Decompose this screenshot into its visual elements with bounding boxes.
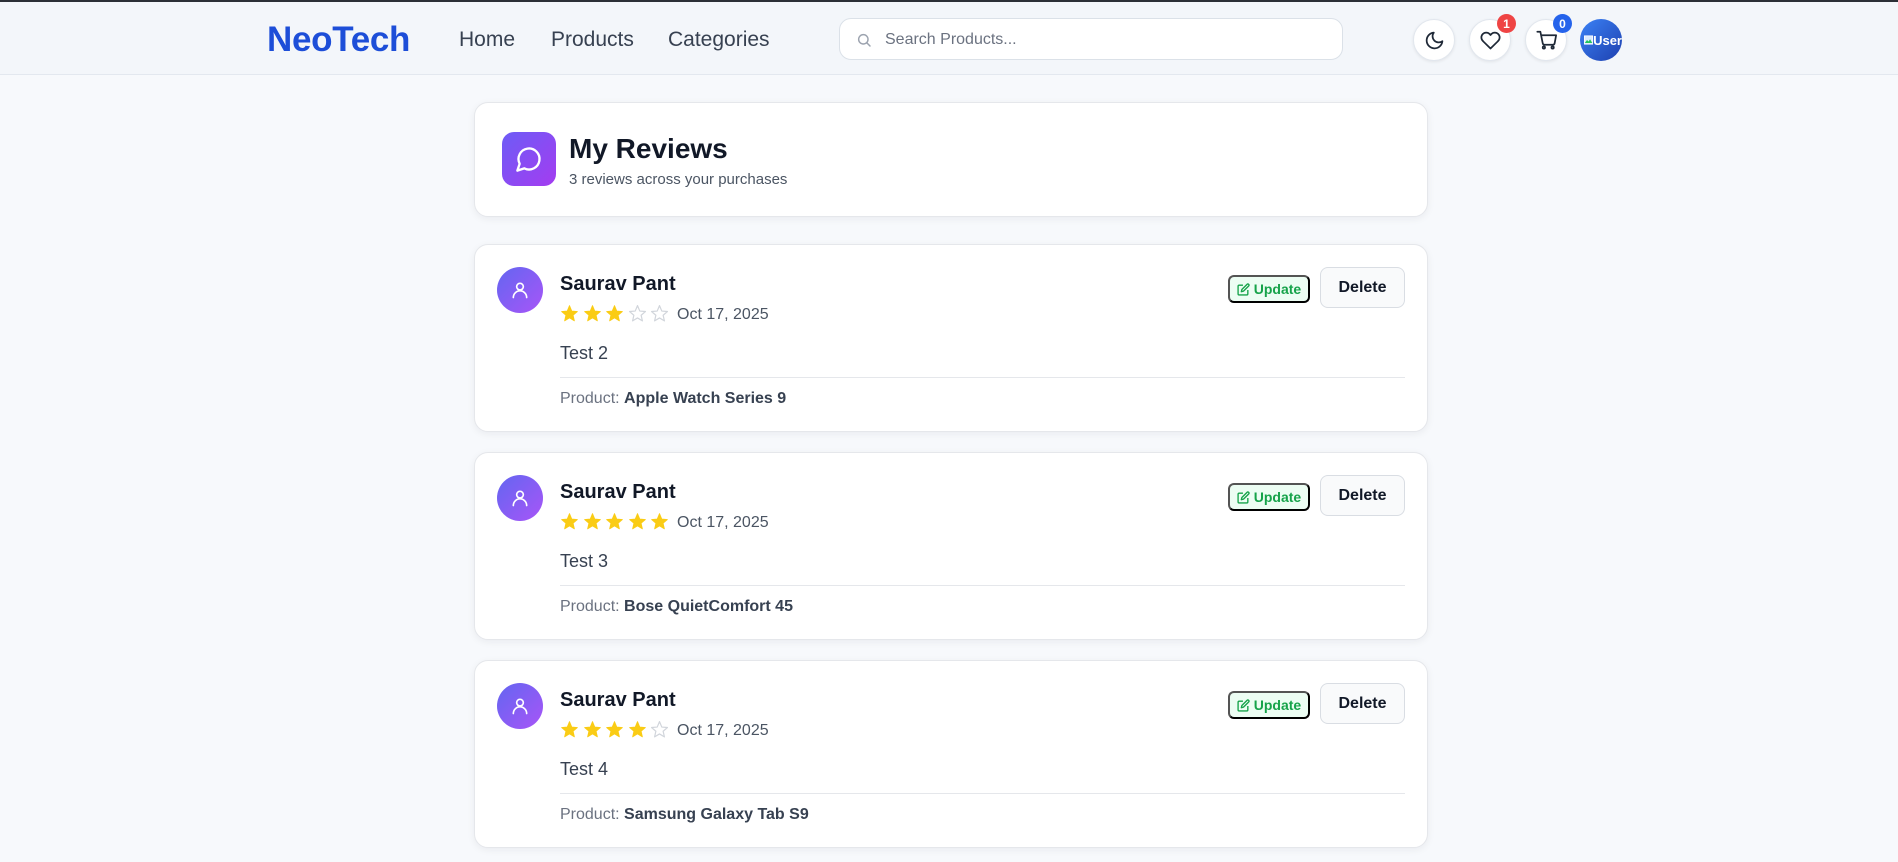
nav-link-categories[interactable]: Categories	[668, 28, 770, 52]
page-title: My Reviews	[569, 133, 728, 164]
review-product: Product: Apple Watch Series 9	[560, 390, 786, 408]
review-card: Saurav Pant Oct 17, 2025 Update Delete T…	[474, 660, 1428, 848]
delete-review-button[interactable]: Delete	[1320, 475, 1405, 516]
search-icon	[857, 33, 871, 47]
user-icon	[512, 698, 528, 715]
star-rating	[560, 720, 673, 739]
message-circle-icon	[502, 132, 556, 186]
review-date: Oct 17, 2025	[677, 514, 769, 531]
update-review-button[interactable]: Update	[1228, 691, 1310, 719]
search-bar	[839, 18, 1343, 60]
cart-count-badge: 0	[1553, 14, 1572, 33]
reviewer-avatar	[497, 683, 543, 729]
star-empty-icon	[650, 720, 669, 738]
update-label: Update	[1253, 489, 1302, 505]
star-filled-icon	[561, 305, 578, 322]
star-empty-icon	[650, 304, 669, 322]
product-name[interactable]: Samsung Galaxy Tab S9	[624, 806, 809, 823]
star-filled-icon	[606, 721, 623, 738]
user-avatar-alt-text: User	[1593, 32, 1622, 48]
cart-icon	[1535, 30, 1557, 50]
review-date: Oct 17, 2025	[677, 722, 769, 739]
theme-toggle-button[interactable]	[1413, 19, 1455, 61]
star-empty-icon	[628, 304, 646, 322]
search-input[interactable]	[885, 27, 1325, 53]
star-filled-icon	[651, 513, 668, 530]
product-label: Product:	[560, 598, 620, 615]
delete-review-button[interactable]: Delete	[1320, 683, 1405, 724]
cart-button[interactable]: 0	[1525, 14, 1572, 61]
divider	[560, 793, 1405, 794]
review-text: Test 4	[560, 759, 609, 779]
star-filled-icon	[583, 513, 601, 530]
star-rating	[560, 512, 673, 531]
broken-image-icon	[1584, 35, 1594, 45]
product-name[interactable]: Apple Watch Series 9	[624, 390, 786, 407]
update-review-button[interactable]: Update	[1228, 483, 1310, 511]
review-text: Test 3	[560, 551, 609, 571]
review-product: Product: Samsung Galaxy Tab S9	[560, 806, 809, 824]
review-card: Saurav Pant Oct 17, 2025 Update Delete T…	[474, 244, 1428, 432]
star-filled-icon	[561, 721, 578, 738]
reviews-header-card: My Reviews 3 reviews across your purchas…	[474, 102, 1428, 217]
star-filled-icon	[561, 513, 578, 530]
heart-icon	[1480, 31, 1500, 49]
product-label: Product:	[560, 806, 620, 823]
review-date: Oct 17, 2025	[677, 306, 769, 323]
reviewer-name: Saurav Pant	[560, 481, 676, 503]
star-filled-icon	[606, 305, 623, 322]
review-card: Saurav Pant Oct 17, 2025 Update Delete T…	[474, 452, 1428, 640]
star-filled-icon	[628, 721, 646, 738]
star-filled-icon	[583, 721, 601, 738]
navbar: NeoTech Home Products Categories 1 0 Use…	[0, 2, 1898, 75]
review-text: Test 2	[560, 343, 609, 363]
update-label: Update	[1253, 281, 1302, 297]
product-name[interactable]: Bose QuietComfort 45	[624, 598, 793, 615]
user-icon	[512, 282, 528, 299]
moon-icon	[1425, 31, 1443, 49]
review-product: Product: Bose QuietComfort 45	[560, 598, 793, 616]
product-label: Product:	[560, 390, 620, 407]
divider	[560, 377, 1405, 378]
nav-link-products[interactable]: Products	[551, 28, 634, 52]
user-icon	[512, 490, 528, 507]
user-avatar[interactable]: User	[1580, 19, 1622, 61]
reviewer-name: Saurav Pant	[560, 273, 676, 295]
star-filled-icon	[628, 513, 646, 530]
edit-icon	[1237, 698, 1250, 712]
reviewer-name: Saurav Pant	[560, 689, 676, 711]
edit-icon	[1237, 282, 1250, 296]
site-logo[interactable]: NeoTech	[267, 20, 410, 60]
delete-review-button[interactable]: Delete	[1320, 267, 1405, 308]
star-filled-icon	[583, 305, 601, 322]
nav-link-home[interactable]: Home	[459, 28, 515, 52]
update-label: Update	[1253, 697, 1302, 713]
reviewer-avatar	[497, 267, 543, 313]
wishlist-count-badge: 1	[1497, 14, 1516, 33]
page-subtitle: 3 reviews across your purchases	[569, 171, 788, 188]
divider	[560, 585, 1405, 586]
wishlist-button[interactable]: 1	[1469, 14, 1516, 61]
reviewer-avatar	[497, 475, 543, 521]
edit-icon	[1237, 490, 1250, 504]
update-review-button[interactable]: Update	[1228, 275, 1310, 303]
star-rating	[560, 304, 673, 323]
star-filled-icon	[606, 513, 623, 530]
